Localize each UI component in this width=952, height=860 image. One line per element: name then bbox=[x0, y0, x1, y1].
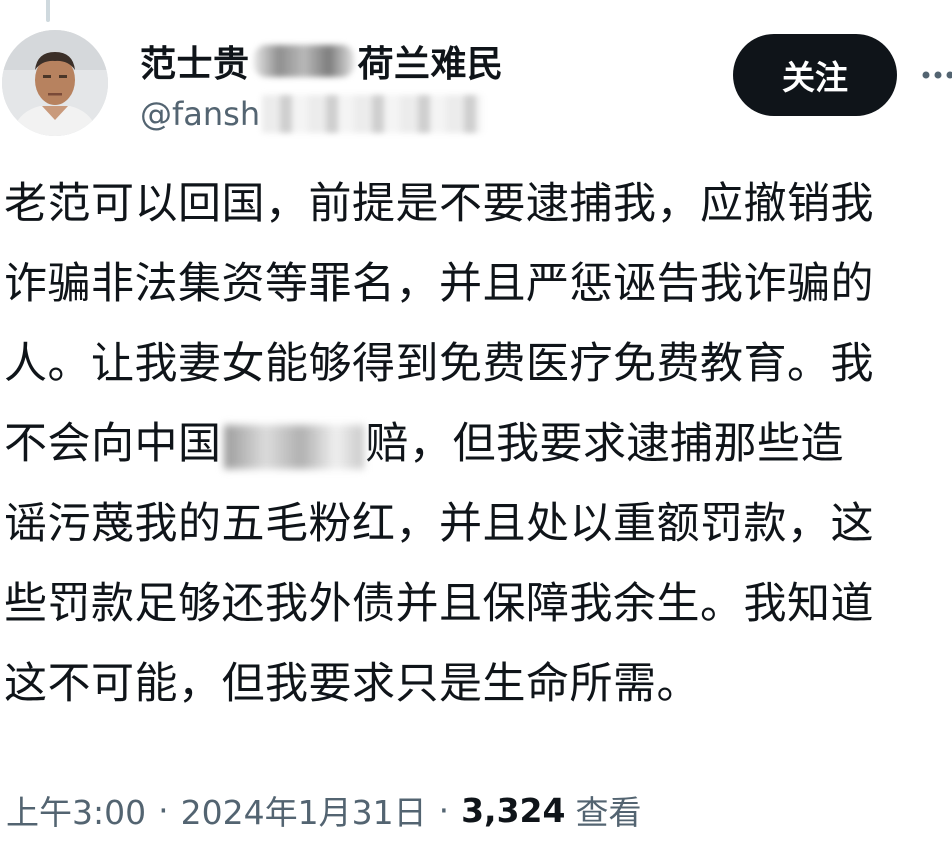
tweet-line-7: 这不可能，但我要求只是生命所需。 bbox=[4, 659, 700, 709]
redacted-handle-segment bbox=[262, 95, 483, 133]
tweet-text: 老范可以回国，前提是不要逮捕我，应撤销我 诈骗非法集资等罪名，并且严惩诬告我诈骗… bbox=[4, 164, 950, 724]
tweet-line-5: 谣污蔑我的五毛粉红，并且处以重额罚款，这 bbox=[4, 499, 874, 549]
views-count[interactable]: 3,324 bbox=[461, 791, 565, 830]
display-name[interactable]: 范士贵 荷兰难民 bbox=[140, 36, 504, 86]
tweet-line-4: 不会向中国 赔，但我要求逮捕那些造 bbox=[4, 404, 950, 484]
tweet-line-3: 人。让我妻女能够得到免费医疗免费教育。我 bbox=[4, 339, 874, 389]
tweet-line-6: 些罚款足够还我外债并且保障我余生。我知道 bbox=[4, 579, 874, 629]
tweet-date[interactable]: 2024年1月31日 bbox=[181, 786, 427, 834]
user-handle[interactable]: @fansh bbox=[140, 92, 483, 136]
meta-separator: · bbox=[158, 790, 169, 830]
tweet-time[interactable]: 上午3:00 bbox=[6, 786, 146, 834]
avatar-photo bbox=[2, 30, 108, 136]
redacted-name-segment bbox=[253, 45, 354, 77]
display-name-end: 荷兰难民 bbox=[357, 44, 504, 85]
tweet-line-4-start: 不会向中国 bbox=[4, 419, 222, 469]
tweet-metadata: 上午3:00 · 2024年1月31日 · 3,324 查看 bbox=[6, 784, 641, 836]
more-options-icon[interactable] bbox=[918, 60, 952, 90]
redacted-text-segment bbox=[223, 424, 364, 469]
display-name-start: 范士贵 bbox=[140, 44, 250, 85]
tweet-line-4-end: 赔，但我要求逮捕那些造 bbox=[365, 419, 844, 469]
tweet-header: 范士贵 荷兰难民 @fansh 关注 bbox=[0, 0, 952, 150]
tweet-line-2: 诈骗非法集资等罪名，并且严惩诬告我诈骗的 bbox=[4, 259, 874, 309]
handle-text: @fansh bbox=[140, 95, 261, 133]
follow-button[interactable]: 关注 bbox=[733, 34, 897, 116]
meta-separator: · bbox=[438, 790, 450, 830]
views-label: 查看 bbox=[575, 793, 642, 832]
tweet-line-1: 老范可以回国，前提是不要逮捕我，应撤销我 bbox=[4, 179, 874, 229]
avatar[interactable] bbox=[2, 30, 108, 136]
